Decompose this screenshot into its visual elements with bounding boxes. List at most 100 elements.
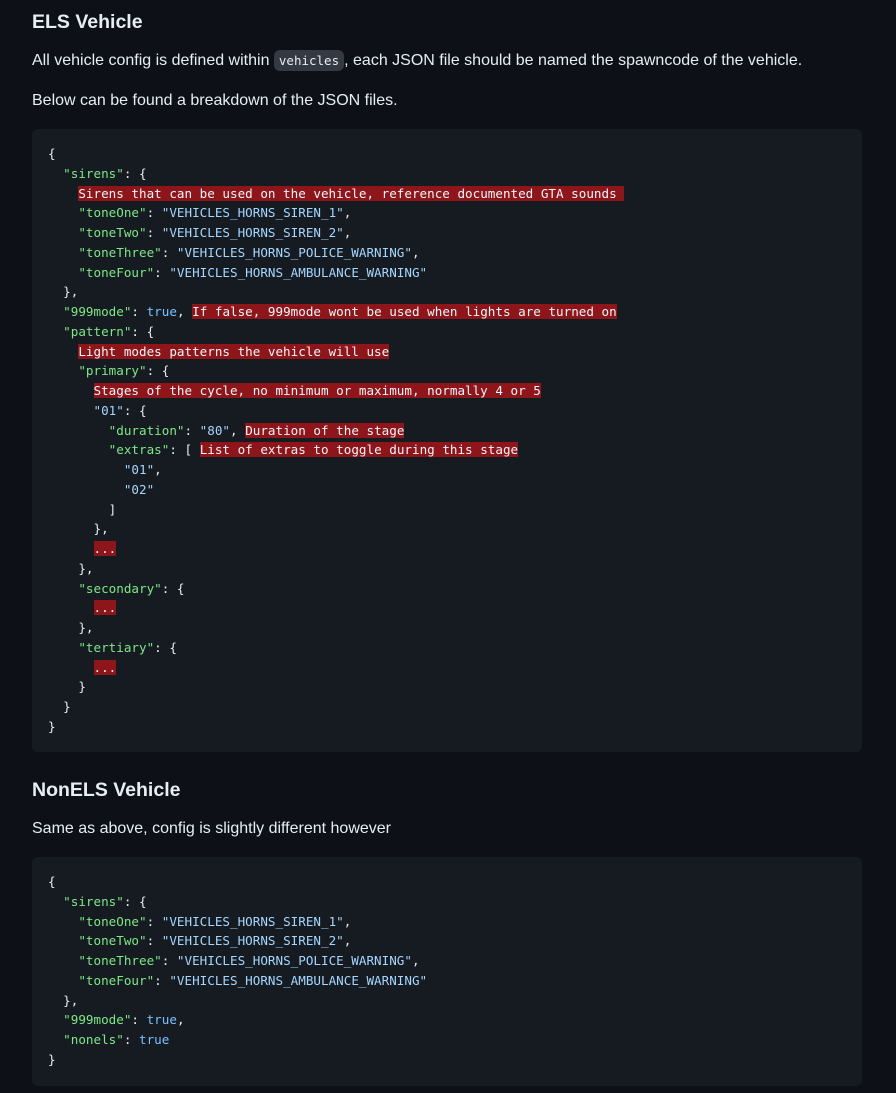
- code-line: },: [48, 519, 846, 539]
- code-line: "sirens": {: [48, 164, 846, 184]
- json-punctuation: [48, 324, 63, 339]
- nonels-code-content: { "sirens": { "toneOne": "VEHICLES_HORNS…: [32, 857, 862, 1070]
- els-breakdown-text: Below can be found a breakdown of the JS…: [32, 92, 398, 109]
- code-line: ]: [48, 500, 846, 520]
- code-line: "toneOne": "VEHICLES_HORNS_SIREN_1",: [48, 912, 846, 932]
- els-code-block[interactable]: { "sirens": { Sirens that can be used on…: [32, 129, 862, 752]
- els-intro-after: , each JSON file should be named the spa…: [344, 52, 803, 69]
- json-key: "tertiary": [78, 639, 155, 655]
- json-punctuation: [48, 225, 78, 240]
- invalid-comment-text: ...: [93, 541, 117, 556]
- json-punctuation: [48, 973, 78, 988]
- json-punctuation: },: [48, 620, 94, 635]
- code-line: "toneFour": "VEHICLES_HORNS_AMBULANCE_WA…: [48, 263, 846, 283]
- json-punctuation: :: [154, 972, 170, 988]
- json-punctuation: [48, 1032, 63, 1047]
- json-punctuation: [48, 304, 63, 319]
- json-key: "toneFour": [78, 972, 155, 988]
- json-punctuation: [48, 600, 94, 615]
- json-punctuation: :: [154, 264, 170, 280]
- invalid-comment-text: List of extras to toggle during this sta…: [199, 442, 519, 458]
- code-line: },: [48, 282, 846, 302]
- json-punctuation: ,: [411, 953, 420, 968]
- json-key: "secondary": [78, 580, 162, 596]
- json-punctuation: : {: [123, 893, 147, 909]
- json-string: "VEHICLES_HORNS_SIREN_1": [161, 913, 344, 929]
- json-key: "extras": [108, 442, 170, 458]
- code-line: Stages of the cycle, no minimum or maxim…: [48, 381, 846, 401]
- json-key: "toneTwo": [78, 933, 147, 949]
- json-punctuation: [48, 462, 124, 477]
- vehicles-inline-code: vehicles: [273, 50, 345, 71]
- json-punctuation: [48, 581, 78, 596]
- json-key: "toneThree": [78, 953, 162, 968]
- code-line: "primary": {: [48, 361, 846, 381]
- json-punctuation: :: [161, 244, 177, 260]
- json-punctuation: [48, 1012, 63, 1027]
- json-punctuation: ,: [176, 304, 193, 319]
- json-string: "02": [123, 481, 155, 497]
- json-string: "VEHICLES_HORNS_AMBULANCE_WARNING": [169, 972, 428, 988]
- json-key: "sirens": [63, 165, 124, 181]
- json-punctuation: : [: [169, 442, 200, 458]
- json-key: "toneOne": [78, 913, 147, 929]
- json-punctuation: :: [184, 422, 200, 438]
- json-punctuation: [48, 205, 78, 220]
- code-line: },: [48, 991, 846, 1011]
- code-line: "999mode": true,: [48, 1010, 846, 1030]
- json-punctuation: : {: [154, 639, 177, 655]
- code-line: ...: [48, 658, 846, 678]
- json-punctuation: ]: [48, 501, 117, 517]
- invalid-comment-text: Light modes patterns the vehicle will us…: [78, 343, 390, 359]
- json-punctuation: :: [146, 205, 162, 221]
- code-line: "999mode": true, If false, 999mode wont …: [48, 302, 846, 322]
- json-string: "01": [123, 462, 155, 477]
- json-punctuation: [48, 383, 94, 398]
- json-punctuation: ,: [154, 462, 162, 477]
- code-line: }: [48, 717, 846, 737]
- json-punctuation: }: [48, 679, 86, 695]
- code-line: "toneTwo": "VEHICLES_HORNS_SIREN_2",: [48, 223, 846, 243]
- code-line: {: [48, 872, 846, 892]
- json-key: "duration": [108, 422, 185, 438]
- code-line: "toneThree": "VEHICLES_HORNS_POLICE_WARN…: [48, 243, 846, 263]
- code-line: },: [48, 559, 846, 579]
- json-punctuation: [48, 640, 78, 655]
- json-punctuation: ,: [343, 913, 352, 929]
- json-key: "nonels": [63, 1032, 124, 1047]
- json-punctuation: }: [48, 718, 56, 734]
- json-punctuation: [48, 344, 78, 359]
- invalid-comment-text: ...: [93, 600, 117, 616]
- json-punctuation: [48, 265, 78, 280]
- code-line: "toneTwo": "VEHICLES_HORNS_SIREN_2",: [48, 931, 846, 951]
- nonels-code-block[interactable]: { "sirens": { "toneOne": "VEHICLES_HORNS…: [32, 857, 862, 1086]
- json-punctuation: [48, 894, 63, 909]
- json-punctuation: : {: [123, 402, 147, 418]
- code-line: "nonels": true: [48, 1030, 846, 1050]
- json-punctuation: : {: [123, 165, 147, 181]
- json-key: "pattern": [63, 323, 132, 339]
- json-punctuation: ,: [343, 225, 352, 240]
- code-line: }: [48, 697, 846, 717]
- json-constant: true: [146, 304, 177, 319]
- json-punctuation: :: [131, 304, 147, 319]
- json-string: "VEHICLES_HORNS_POLICE_WARNING": [176, 244, 412, 260]
- els-intro-before: All vehicle config is defined within: [32, 52, 274, 69]
- invalid-comment-text: Duration of the stage: [245, 422, 405, 438]
- json-punctuation: },: [48, 992, 79, 1008]
- nonels-vehicle-heading: NonELS Vehicle: [32, 779, 181, 801]
- json-punctuation: [48, 166, 63, 181]
- code-line: "02": [48, 480, 846, 500]
- json-constant: true: [139, 1032, 170, 1047]
- invalid-comment-text: If false, 999mode wont be used when ligh…: [192, 304, 617, 319]
- json-punctuation: },: [48, 521, 109, 537]
- code-line: "01": {: [48, 401, 846, 421]
- els-code-content: { "sirens": { Sirens that can be used on…: [32, 129, 862, 737]
- json-punctuation: [48, 423, 109, 438]
- json-key: "999mode": [63, 1012, 132, 1028]
- code-line: "toneFour": "VEHICLES_HORNS_AMBULANCE_WA…: [48, 971, 846, 991]
- json-punctuation: [48, 186, 78, 201]
- json-punctuation: : {: [146, 363, 170, 379]
- code-line: "secondary": {: [48, 579, 846, 599]
- json-string: "VEHICLES_HORNS_SIREN_2": [161, 225, 344, 240]
